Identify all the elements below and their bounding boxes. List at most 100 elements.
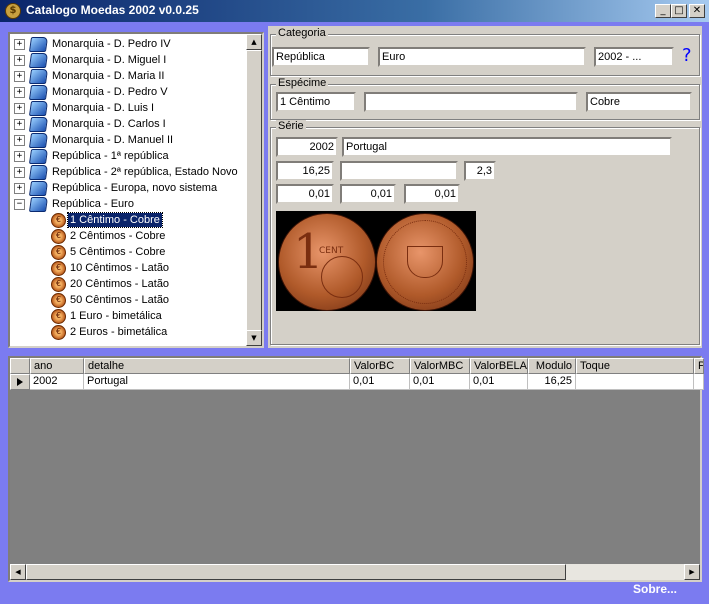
tree-child-item[interactable]: €20 Cêntimos - Latão [10, 276, 250, 292]
expand-icon[interactable]: + [14, 87, 25, 98]
app-icon[interactable]: $ [5, 3, 21, 19]
column-header[interactable]: ValorBC [350, 358, 410, 374]
serie-field-peso[interactable]: 2,3 [464, 161, 496, 181]
tree-item[interactable]: + Monarquia - D. Carlos I [10, 116, 250, 132]
tree-item[interactable]: + Monarquia - D. Miguel I [10, 52, 250, 68]
expand-icon[interactable]: + [14, 71, 25, 82]
serie-field-extra[interactable] [340, 161, 458, 181]
tree-child-item[interactable]: €5 Cêntimos - Cobre [10, 244, 250, 260]
tree-child-label: 1 Cêntimo - Cobre [67, 212, 163, 228]
especime-field-metal[interactable]: Cobre [586, 92, 692, 112]
tree-item-label: Monarquia - D. Carlos I [52, 118, 166, 130]
book-icon [28, 181, 49, 196]
book-icon [28, 165, 49, 180]
tree-child-item[interactable]: €50 Cêntimos - Latão [10, 292, 250, 308]
categoria-field-moeda[interactable]: Euro [378, 47, 586, 67]
serie-field-valor-mbc[interactable]: 0,01 [340, 184, 396, 204]
scroll-thumb-horizontal[interactable] [26, 564, 566, 580]
tree-child-label: 20 Cêntimos - Latão [70, 278, 170, 290]
tree-item[interactable]: + Monarquia - D. Luis I [10, 100, 250, 116]
scroll-thumb[interactable] [246, 50, 262, 332]
column-header[interactable]: ValorBELA [470, 358, 528, 374]
book-icon [28, 117, 49, 132]
coin-globe [321, 256, 363, 298]
serie-field-valor-bela[interactable]: 0,01 [404, 184, 460, 204]
scroll-up-button[interactable]: ▲ [246, 34, 262, 50]
book-icon [28, 101, 49, 116]
data-grid[interactable]: ◀ ▶ ano detalhe ValorBC ValorMBC ValorBELA Mo… [8, 356, 704, 582]
maximize-button[interactable]: □ [671, 4, 687, 18]
grid-horizontal-scrollbar[interactable]: ◀ ▶ [10, 564, 700, 580]
column-header[interactable]: Modulo [528, 358, 576, 374]
scroll-left-button[interactable]: ◀ [10, 564, 26, 580]
tree-item-label: Monarquia - D. Luis I [52, 102, 155, 114]
especime-field-descricao[interactable] [364, 92, 578, 112]
column-header[interactable]: Toque [576, 358, 694, 374]
euro-coin-icon: € [51, 261, 66, 276]
tree-item[interactable]: + Monarquia - D. Manuel II [10, 132, 250, 148]
table-cell[interactable]: Portugal [84, 374, 350, 390]
expand-icon[interactable]: + [14, 183, 25, 194]
expand-icon[interactable]: + [14, 103, 25, 114]
tree-child-label: 2 Euros - bimetálica [70, 326, 168, 338]
serie-field-valor-bc[interactable]: 0,01 [276, 184, 334, 204]
tree-child-item[interactable]: €10 Cêntimos - Latão [10, 260, 250, 276]
tree-item[interactable]: + Monarquia - D. Pedro IV [10, 36, 250, 52]
euro-coin-icon: € [51, 309, 66, 324]
especime-field-valor[interactable]: 1 Cêntimo [276, 92, 356, 112]
catalog-tree[interactable]: + Monarquia - D. Pedro IV + Monarquia - D. … [8, 32, 264, 348]
euro-coin-icon: € [51, 213, 66, 228]
tree-item[interactable]: − República - Euro [10, 196, 250, 212]
euro-coin-icon: € [51, 277, 66, 292]
scroll-down-button[interactable]: ▼ [246, 330, 262, 346]
tree-child-item[interactable]: €1 Euro - bimetálica [10, 308, 250, 324]
serie-field-ano[interactable]: 2002 [276, 137, 338, 157]
close-button[interactable]: ✕ [689, 4, 705, 18]
minimize-button[interactable]: _ [655, 4, 671, 18]
tree-child-label: 1 Euro - bimetálica [70, 310, 162, 322]
table-cell[interactable] [576, 374, 694, 390]
tree-item[interactable]: + Monarquia - D. Maria II [10, 68, 250, 84]
column-header[interactable]: ano [30, 358, 84, 374]
table-cell[interactable]: 0,01 [410, 374, 470, 390]
tree-child-item[interactable]: €2 Cêntimos - Cobre [10, 228, 250, 244]
categoria-field-regime[interactable]: República [272, 47, 370, 67]
euro-coin-icon: € [51, 245, 66, 260]
table-cell[interactable] [694, 374, 704, 390]
table-cell[interactable]: 0,01 [470, 374, 528, 390]
collapse-icon[interactable]: − [14, 199, 25, 210]
tree-item[interactable]: + Monarquia - D. Pedro V [10, 84, 250, 100]
column-header[interactable]: P [694, 358, 704, 374]
tree-item[interactable]: + República - 2ª república, Estado Novo [10, 164, 250, 180]
tree-item[interactable]: + República - Europa, novo sistema [10, 180, 250, 196]
table-cell[interactable]: 0,01 [350, 374, 410, 390]
tree-vertical-scrollbar[interactable]: ▲ ▼ [246, 34, 262, 346]
coin-photo: 1 CENT [276, 211, 476, 311]
tree-child-label: 2 Cêntimos - Cobre [70, 230, 166, 242]
tree-item[interactable]: + República - 1ª república [10, 148, 250, 164]
serie-field-modulo[interactable]: 16,25 [276, 161, 334, 181]
tree-child-item[interactable]: €2 Euros - bimetálica [10, 324, 250, 340]
tree-child-item[interactable]: €1 Cêntimo - Cobre [10, 212, 250, 228]
expand-icon[interactable]: + [14, 167, 25, 178]
book-icon [28, 133, 49, 148]
column-header[interactable]: detalhe [84, 358, 350, 374]
sobre-link[interactable]: Sobre... [633, 582, 677, 596]
expand-icon[interactable]: + [14, 39, 25, 50]
help-icon[interactable]: ? [682, 45, 692, 66]
expand-icon[interactable]: + [14, 135, 25, 146]
euro-coin-icon: € [51, 229, 66, 244]
scroll-right-button[interactable]: ▶ [684, 564, 700, 580]
categoria-field-periodo[interactable]: 2002 - ... [594, 47, 674, 67]
expand-icon[interactable]: + [14, 151, 25, 162]
expand-icon[interactable]: + [14, 119, 25, 130]
tree-item-label: República - 1ª república [52, 150, 169, 162]
table-cell[interactable]: 16,25 [528, 374, 576, 390]
serie-field-pais[interactable]: Portugal [342, 137, 672, 157]
window-title: Catalogo Moedas 2002 v0.0.25 [26, 3, 199, 17]
expand-icon[interactable]: + [14, 55, 25, 66]
table-cell[interactable]: 2002 [30, 374, 84, 390]
column-header[interactable]: ValorMBC [410, 358, 470, 374]
euro-coin-icon: € [51, 293, 66, 308]
especime-title: Espécime [276, 77, 329, 89]
